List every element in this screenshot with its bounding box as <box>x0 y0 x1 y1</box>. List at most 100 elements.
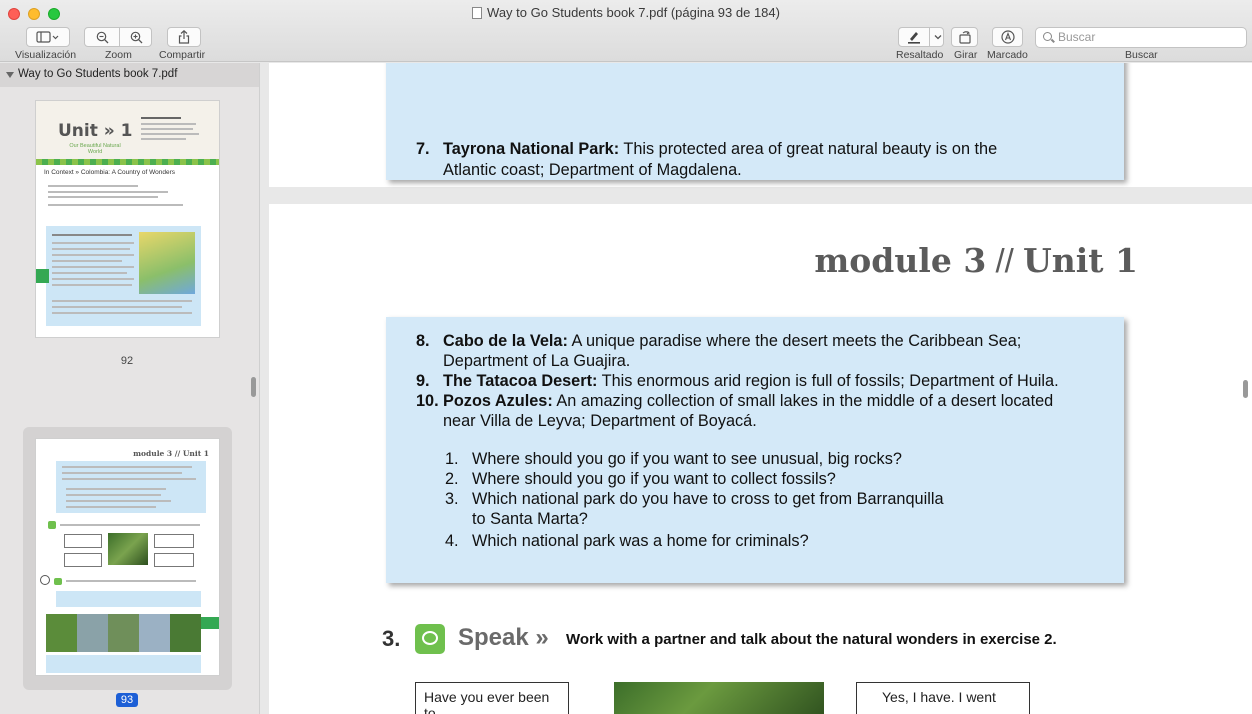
thumbnail-bubble-4 <box>154 553 194 567</box>
document-scrollbar[interactable] <box>1243 380 1248 398</box>
thumbnail-page-93[interactable]: module 3 // Unit 1 <box>35 438 220 676</box>
thumbnail-unit-subtitle: Our Beautiful Natural World <box>69 143 121 155</box>
list-item-9-number: 9. <box>416 372 430 390</box>
list-item-8-text: A unique paradise where the desert meets… <box>567 332 1022 350</box>
zoom-control <box>84 27 152 47</box>
thumbnail-context-title: In Context » Colombia: A Country of Wond… <box>44 169 176 176</box>
highlight-menu-button[interactable] <box>930 28 945 46</box>
speech-bubble-left-text: Have you ever been to <box>424 689 550 714</box>
exercise-number: 3. <box>382 626 401 651</box>
thumbnail-reading-box <box>46 226 201 326</box>
thumbnail-listen-icon <box>54 578 62 585</box>
speech-bubble-icon <box>415 624 445 654</box>
module-separator: // <box>986 242 1023 279</box>
thumbnail-page-number-92: 92 <box>120 355 134 367</box>
question-3-text: Which national park do you have to cross… <box>472 490 944 508</box>
thumbnail-listen-line <box>66 580 196 582</box>
search-input[interactable]: Buscar <box>1035 27 1247 48</box>
markup-pen-icon <box>1000 30 1015 44</box>
thumbnail-page-92[interactable]: Unit » 1 Our Beautiful Natural World In … <box>35 100 220 338</box>
question-2-number: 2. <box>445 470 459 488</box>
list-item-7-text: This protected area of great natural bea… <box>619 140 998 158</box>
zoom-label: Zoom <box>105 49 132 61</box>
pdf-document-icon <box>472 7 483 19</box>
question-3-cont-text: to Santa Marta? <box>472 510 588 528</box>
share-button[interactable] <box>167 27 201 47</box>
thumbnail-speak-line <box>60 524 200 526</box>
list-item-10-title: Pozos Azules: <box>443 392 553 410</box>
list-item-7-number: 7. <box>416 140 430 158</box>
thumbnail-bubble-1 <box>64 534 102 548</box>
thumbnail-unit-title: Unit » 1 <box>58 121 133 141</box>
chevron-down-icon <box>934 35 941 40</box>
pdf-page-92: 7. Tayrona National Park: This protected… <box>269 63 1252 187</box>
window-title: Way to Go Students book 7.pdf (página 93… <box>0 5 1252 20</box>
thumbnail-page-tab-93 <box>201 617 219 629</box>
module-heading: module 3 // Unit 1 <box>814 241 1138 280</box>
speech-bubble-right: Yes, I have. I went <box>856 682 1030 714</box>
list-item-10-text: An amazing collection of small lakes in … <box>552 392 1054 410</box>
thumbnail-word-bank <box>56 591 201 607</box>
markup-button[interactable] <box>992 27 1023 47</box>
thumbnail-page-number-93: 93 <box>116 693 138 707</box>
thumbnail-photo <box>108 533 148 565</box>
thumbnail-page-tab <box>36 269 49 283</box>
search-icon <box>1043 32 1052 41</box>
search-placeholder: Buscar <box>1058 30 1096 44</box>
sidebar-document-name: Way to Go Students book 7.pdf <box>18 68 178 80</box>
zoom-out-button[interactable] <box>85 28 119 46</box>
pdf-document-view[interactable]: 7. Tayrona National Park: This protected… <box>261 63 1252 714</box>
thumbnail-objectives <box>141 117 211 151</box>
list-item-9-text: This enormous arid region is full of fos… <box>597 372 1059 390</box>
zoom-out-icon <box>96 31 108 43</box>
pdf-page-93: module 3 // Unit 1 8. Cabo de la Vela: A… <box>269 204 1252 714</box>
sidebar-scrollbar[interactable] <box>251 377 256 397</box>
list-item-7-cont-text: Atlantic coast; Department of Magdalena. <box>443 161 742 179</box>
list-item-8-cont-text: Department of La Guajira. <box>443 352 631 370</box>
thumbnail-green-strip <box>36 159 219 165</box>
thumbnail-sidebar: Way to Go Students book 7.pdf Unit » 1 O… <box>0 63 260 714</box>
list-item-9-title: The Tatacoa Desert: <box>443 372 598 390</box>
thumbnail-blue-box <box>56 461 206 513</box>
question-3-number: 3. <box>445 490 459 508</box>
speak-word: Speak <box>458 624 529 651</box>
sidebar-toggle-icon <box>36 31 59 43</box>
buscar-label: Buscar <box>1125 49 1158 61</box>
thumbnail-bubble-2 <box>64 553 102 567</box>
speak-instruction: Work with a partner and talk about the n… <box>566 631 1057 648</box>
sidebar-document-header[interactable]: Way to Go Students book 7.pdf <box>0 63 259 87</box>
visualizacion-label: Visualización <box>15 49 77 61</box>
rotate-icon <box>958 31 971 44</box>
resaltado-label: Resaltado <box>896 49 944 61</box>
speech-bubble-right-text: Yes, I have. I went <box>882 689 996 705</box>
highlight-control <box>898 27 944 47</box>
question-4-text: Which national park was a home for crimi… <box>472 532 809 550</box>
reading-box-page-93: 8. Cabo de la Vela: A unique paradise wh… <box>386 317 1124 583</box>
thumbnail-module-title: module 3 // Unit 1 <box>133 449 209 458</box>
question-4-number: 4. <box>445 532 459 550</box>
list-item-8-title: Cabo de la Vela: <box>443 332 568 350</box>
thumbnail-speak-icon <box>48 521 56 529</box>
thumbnail-audio-icon <box>40 575 50 585</box>
girar-label: Girar <box>954 49 978 61</box>
list-item-10-number: 10. <box>416 392 439 410</box>
highlight-button[interactable] <box>899 28 929 46</box>
disclosure-triangle-icon[interactable] <box>6 72 14 78</box>
zoom-in-button[interactable] <box>120 28 153 46</box>
module-unit: Unit 1 <box>1022 241 1138 280</box>
compartir-label: Compartir <box>159 49 206 61</box>
question-1-text: Where should you go if you want to see u… <box>472 450 902 468</box>
reading-box-page-92: 7. Tayrona National Park: This protected… <box>386 63 1124 180</box>
module-word: module 3 <box>814 241 987 280</box>
thumbnail-photo-strip <box>46 614 201 652</box>
highlighter-icon <box>908 32 920 44</box>
question-1-number: 1. <box>445 450 459 468</box>
sidebar-view-button[interactable] <box>26 27 70 47</box>
list-item-10-cont-text: near Villa de Leyva; Department of Boyac… <box>443 412 757 430</box>
speak-title: Speak » <box>458 624 549 652</box>
speak-arrows: » <box>535 624 549 651</box>
rotate-button[interactable] <box>951 27 978 47</box>
list-item-7-title: Tayrona National Park: <box>443 140 620 158</box>
window-title-text: Way to Go Students book 7.pdf (página 93… <box>487 5 780 20</box>
share-icon <box>178 30 190 44</box>
